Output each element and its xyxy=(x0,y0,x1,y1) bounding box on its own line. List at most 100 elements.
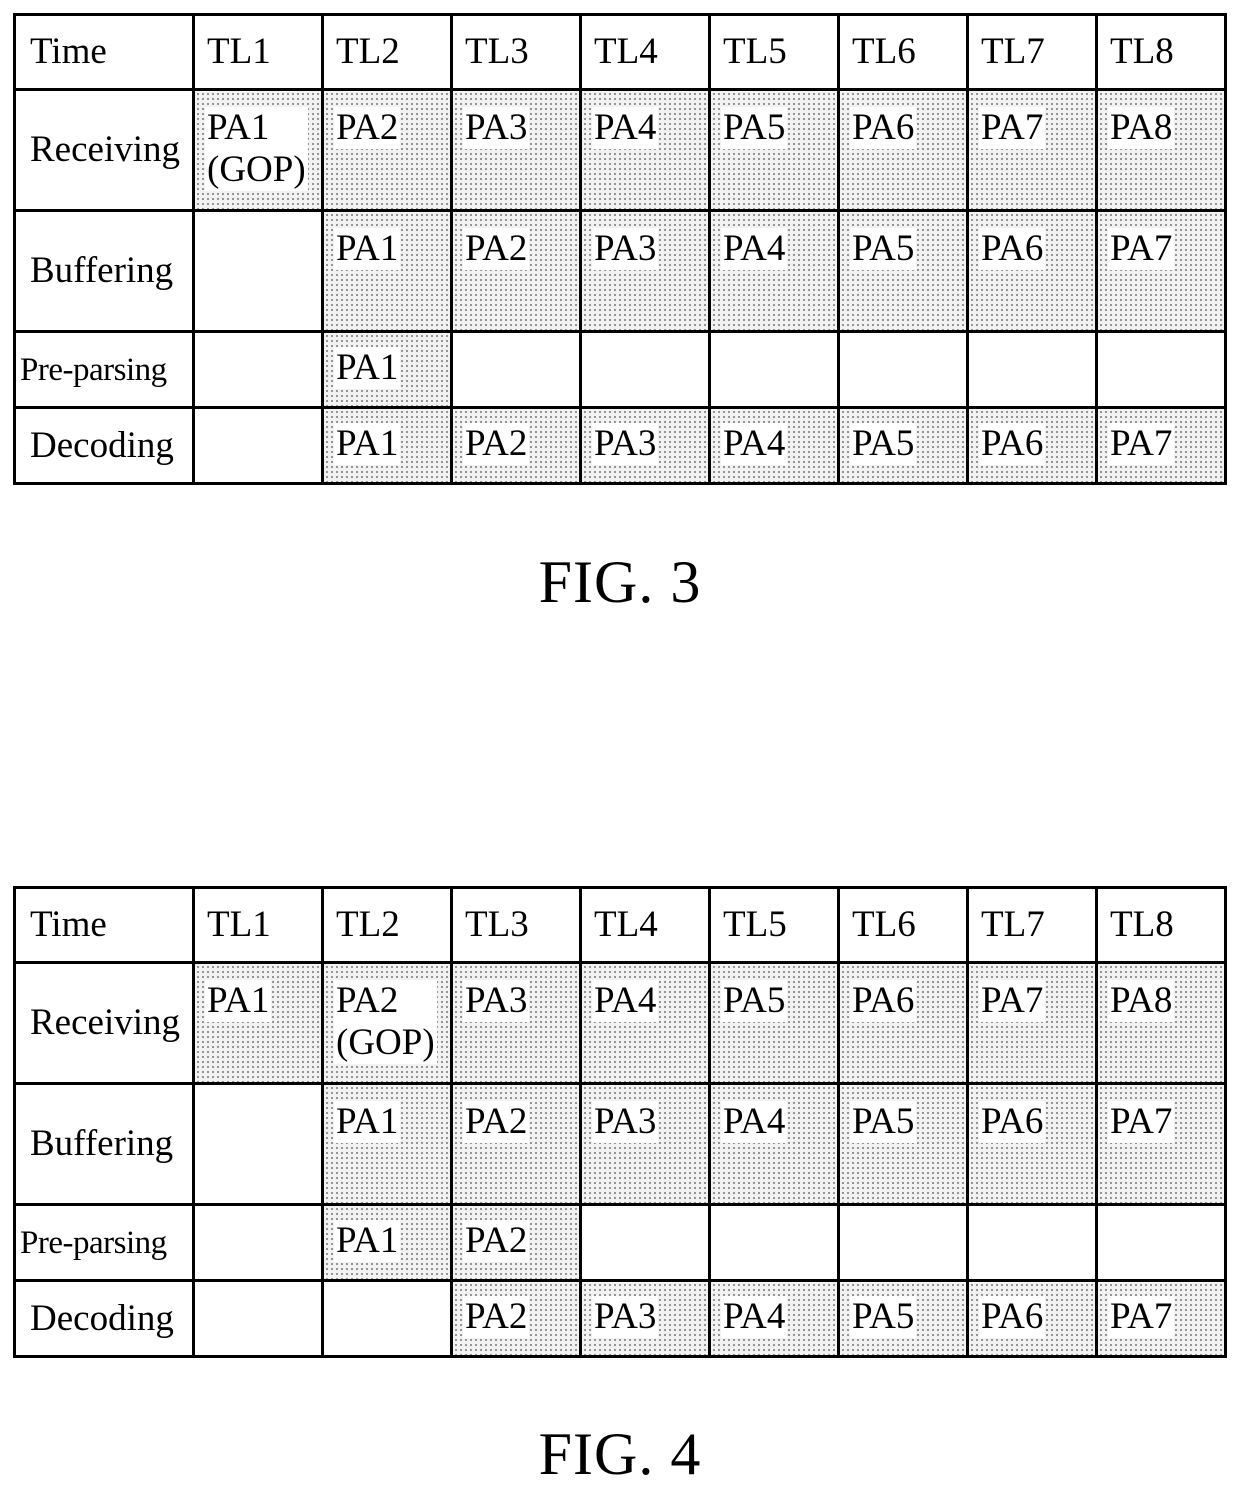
packet-label: PA7 xyxy=(1108,1101,1175,1143)
packet-label: PA3 xyxy=(592,1296,659,1338)
packet-cell-active: PA4 xyxy=(708,1279,840,1358)
packet-cell-active: PA3 xyxy=(450,88,582,212)
packet-label: PA2 xyxy=(463,1101,530,1143)
packet-cell-empty xyxy=(321,1279,453,1358)
stage-row-decoding: Decoding PA1 PA2 PA3 PA4 PA5 PA6 PA7 xyxy=(13,406,1227,485)
packet-label: PA1 xyxy=(334,1101,401,1143)
packet-cell-active: PA1 xyxy=(321,330,453,409)
packet-cell-active: PA6 xyxy=(837,88,969,212)
packet-label: PA1 xyxy=(334,347,401,389)
time-slot-header: TL8 xyxy=(1095,886,1227,964)
packet-label: PA1 xyxy=(205,980,272,1022)
packet-cell-empty xyxy=(192,209,324,333)
stage-label: Buffering xyxy=(13,1082,195,1206)
time-slot-header: TL6 xyxy=(837,886,969,964)
time-slot-header: TL4 xyxy=(579,13,711,91)
packet-cell-empty xyxy=(579,330,711,409)
packet-label: PA5 xyxy=(721,980,788,1022)
packet-cell-empty xyxy=(192,1082,324,1206)
packet-label: PA5 xyxy=(850,423,917,465)
packet-cell-active: PA8 xyxy=(1095,961,1227,1085)
packet-cell-active: PA5 xyxy=(837,209,969,333)
packet-label: PA3 xyxy=(463,107,530,149)
stage-label: Pre-parsing xyxy=(13,1203,195,1282)
time-slot-header: TL1 xyxy=(192,13,324,91)
packet-cell-active: PA6 xyxy=(966,209,1098,333)
packet-cell-active: PA7 xyxy=(1095,1082,1227,1206)
packet-label: PA2 (GOP) xyxy=(334,980,437,1064)
packet-label: PA3 xyxy=(463,980,530,1022)
packet-cell-active: PA2 xyxy=(321,88,453,212)
packet-label: PA6 xyxy=(850,980,917,1022)
packet-label: PA3 xyxy=(592,423,659,465)
packet-cell-empty xyxy=(579,1203,711,1282)
stage-label: Buffering xyxy=(13,209,195,333)
packet-cell-active: PA4 xyxy=(708,209,840,333)
packet-cell-active: PA5 xyxy=(837,1279,969,1358)
packet-label: PA1 xyxy=(334,1220,401,1262)
packet-label: PA4 xyxy=(721,1101,788,1143)
packet-label: PA8 xyxy=(1108,980,1175,1022)
packet-label: PA3 xyxy=(592,1101,659,1143)
time-slot-header: TL8 xyxy=(1095,13,1227,91)
packet-cell-active: PA4 xyxy=(579,88,711,212)
packet-label: PA6 xyxy=(850,107,917,149)
packet-cell-active: PA7 xyxy=(1095,209,1227,333)
packet-cell-active: PA4 xyxy=(708,1082,840,1206)
packet-cell-active: PA5 xyxy=(837,1082,969,1206)
packet-label: PA4 xyxy=(721,228,788,270)
packet-cell-active: PA6 xyxy=(966,1082,1098,1206)
packet-cell-empty xyxy=(1095,330,1227,409)
header-row: Time TL1 TL2 TL3 TL4 TL5 TL6 TL7 TL8 xyxy=(13,886,1227,964)
packet-label: PA7 xyxy=(979,980,1046,1022)
packet-label: PA7 xyxy=(1108,423,1175,465)
packet-cell-active: PA3 xyxy=(579,1082,711,1206)
time-slot-header: TL1 xyxy=(192,886,324,964)
stage-row-buffering: Buffering PA1 PA2 PA3 PA4 PA5 PA6 PA7 xyxy=(13,209,1227,333)
packet-label: PA5 xyxy=(721,107,788,149)
time-slot-header: TL6 xyxy=(837,13,969,91)
packet-cell-active: PA5 xyxy=(708,88,840,212)
packet-label: PA4 xyxy=(721,1296,788,1338)
packet-cell-active: PA4 xyxy=(579,961,711,1085)
packet-cell-active: PA1 xyxy=(192,961,324,1085)
packet-cell-empty xyxy=(966,1203,1098,1282)
packet-cell-empty xyxy=(708,1203,840,1282)
packet-label: PA5 xyxy=(850,228,917,270)
packet-cell-active: PA5 xyxy=(837,406,969,485)
time-slot-header: TL4 xyxy=(579,886,711,964)
packet-cell-active: PA8 xyxy=(1095,88,1227,212)
packet-label: PA2 xyxy=(463,228,530,270)
packet-cell-active: PA6 xyxy=(966,1279,1098,1358)
time-header: Time xyxy=(13,886,195,964)
packet-cell-empty xyxy=(192,406,324,485)
stage-row-pre-parsing: Pre-parsing PA1 xyxy=(13,330,1227,409)
time-header: Time xyxy=(13,13,195,91)
time-slot-header: TL7 xyxy=(966,13,1098,91)
packet-cell-active: PA2 xyxy=(450,406,582,485)
stage-row-receiving: Receiving PA1 (GOP) PA2 PA3 PA4 PA5 PA6 PA7 PA8 xyxy=(13,88,1227,212)
stage-label: Pre-parsing xyxy=(13,330,195,409)
packet-cell-active: PA2 xyxy=(450,1279,582,1358)
header-row: Time TL1 TL2 TL3 TL4 TL5 TL6 TL7 TL8 xyxy=(13,13,1227,91)
packet-cell-empty xyxy=(837,330,969,409)
time-slot-header: TL7 xyxy=(966,886,1098,964)
packet-label: PA2 xyxy=(463,423,530,465)
packet-cell-empty xyxy=(192,1203,324,1282)
packet-label: PA8 xyxy=(1108,107,1175,149)
fig3-caption: FIG. 3 xyxy=(538,549,702,615)
packet-cell-empty xyxy=(192,330,324,409)
packet-cell-empty xyxy=(450,330,582,409)
packet-label: PA5 xyxy=(850,1296,917,1338)
packet-label: PA4 xyxy=(592,107,659,149)
packet-label: PA6 xyxy=(979,423,1046,465)
packet-cell-empty xyxy=(966,330,1098,409)
stage-row-decoding: Decoding PA2 PA3 PA4 PA5 PA6 PA7 xyxy=(13,1279,1227,1358)
packet-label: PA4 xyxy=(721,423,788,465)
packet-label: PA7 xyxy=(979,107,1046,149)
packet-cell-empty xyxy=(1095,1203,1227,1282)
packet-cell-active: PA3 xyxy=(579,1279,711,1358)
packet-cell-active: PA1 xyxy=(321,209,453,333)
packet-cell-active: PA2 xyxy=(450,1203,582,1282)
packet-label: PA2 xyxy=(334,107,401,149)
